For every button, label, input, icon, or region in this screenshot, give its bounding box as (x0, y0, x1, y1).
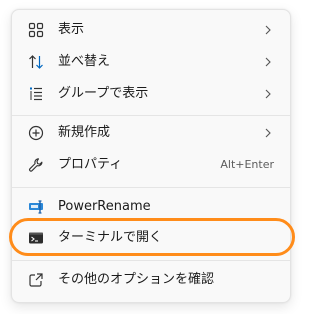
sort-icon (26, 52, 46, 72)
menu-item-view[interactable]: 表示 (18, 15, 284, 45)
menu-item-more-options[interactable]: その他のオプションを確認 (18, 265, 284, 295)
menu-separator (12, 187, 290, 188)
menu-item-label: 並べ替え (58, 54, 111, 69)
chevron-right-icon (265, 89, 271, 99)
view-grid-icon (26, 20, 46, 40)
powerrename-icon (26, 197, 46, 217)
chevron-right-icon (265, 25, 271, 35)
chevron-right-icon (265, 57, 271, 67)
menu-item-label: 表示 (58, 22, 85, 37)
menu-item-label: ターミナルで開く (58, 230, 163, 245)
add-circle-icon (26, 123, 46, 143)
shortcut-text: Alt+Enter (220, 158, 274, 171)
terminal-icon (26, 228, 46, 248)
open-external-icon (26, 270, 46, 290)
chevron-right-icon (265, 128, 271, 138)
menu-item-group[interactable]: グループで表示 (18, 79, 284, 109)
wrench-icon (26, 155, 46, 175)
context-menu: 表示 並べ替え グループで表示 新規作成 プロパティ Alt+Enter Pow… (11, 9, 291, 303)
group-list-icon (26, 84, 46, 104)
menu-separator (12, 115, 290, 116)
menu-item-label: PowerRename (58, 199, 151, 214)
menu-item-label: グループで表示 (58, 86, 149, 101)
menu-item-label: 新規作成 (58, 125, 111, 140)
menu-item-open-terminal[interactable]: ターミナルで開く (18, 223, 284, 253)
menu-separator (12, 260, 290, 261)
menu-item-powerrename[interactable]: PowerRename (18, 192, 284, 222)
menu-item-sort[interactable]: 並べ替え (18, 47, 284, 77)
menu-item-label: その他のオプションを確認 (58, 272, 215, 287)
menu-item-label: プロパティ (58, 157, 123, 172)
menu-item-new[interactable]: 新規作成 (18, 118, 284, 148)
menu-item-properties[interactable]: プロパティ Alt+Enter (18, 150, 284, 180)
